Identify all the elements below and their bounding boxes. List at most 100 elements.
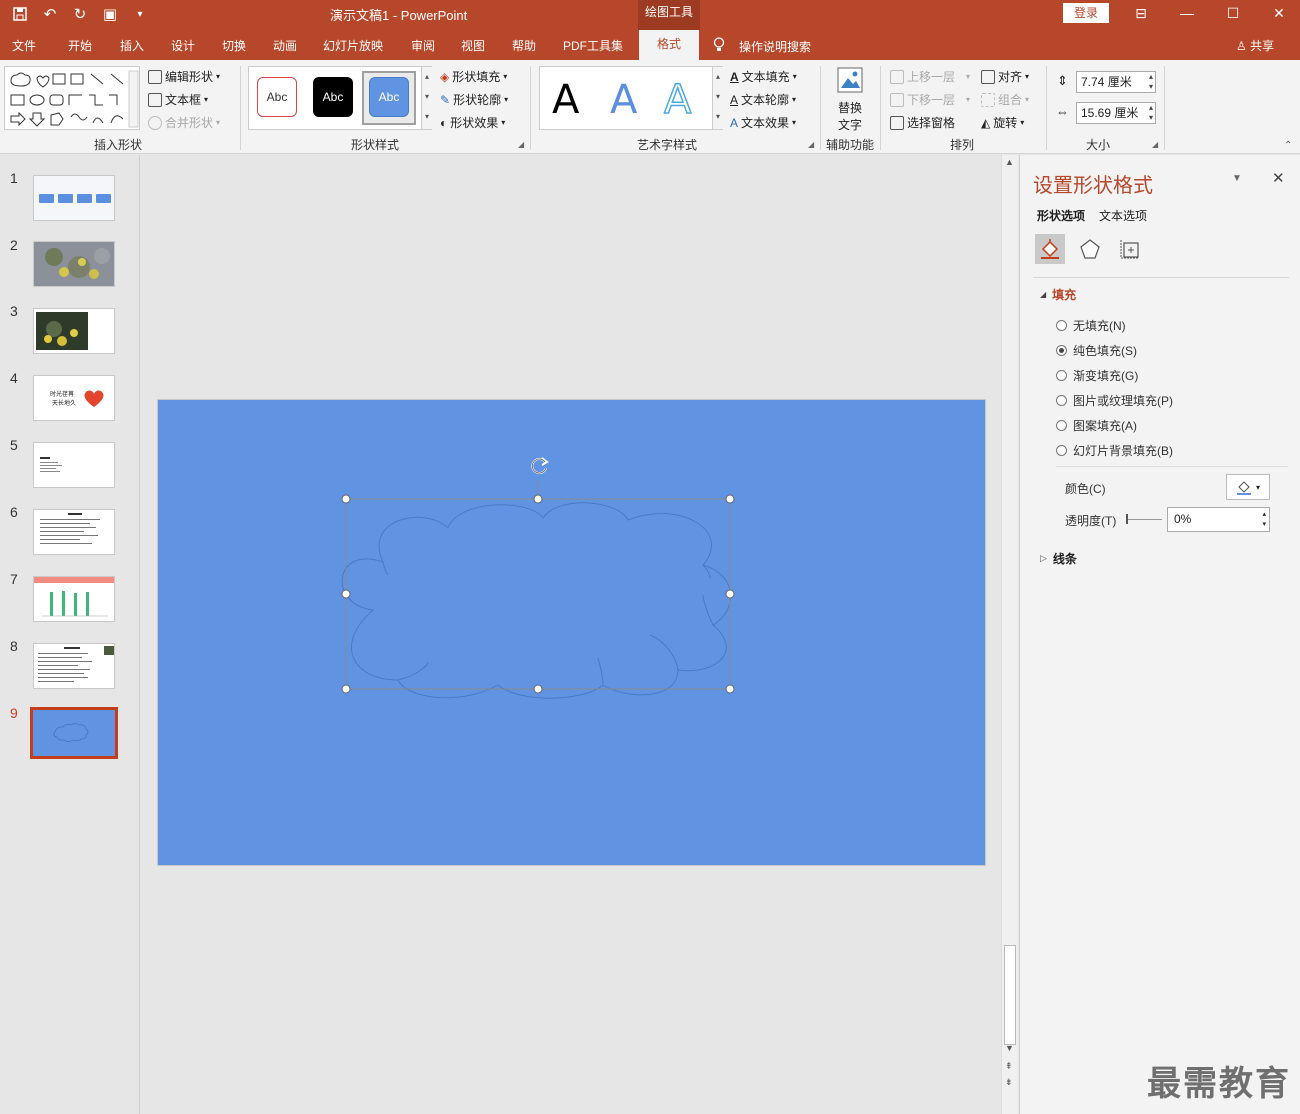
current-slide[interactable] bbox=[157, 399, 986, 866]
tab-format[interactable]: 格式 bbox=[639, 30, 699, 60]
scroll-up-arrow-icon[interactable]: ▲ bbox=[1005, 157, 1014, 167]
tab-view[interactable]: 视图 bbox=[461, 37, 485, 54]
maximize-button[interactable]: ☐ bbox=[1210, 0, 1256, 26]
effects-pentagon-icon[interactable] bbox=[1075, 234, 1105, 264]
rotate-button[interactable]: ◭ 旋转 ▾ bbox=[981, 114, 1024, 131]
slide-thumbnail-1[interactable] bbox=[33, 175, 115, 221]
tab-shape-options[interactable]: 形状选项 bbox=[1037, 207, 1085, 224]
width-spin-arrows[interactable]: ▴ ▾ bbox=[1149, 103, 1153, 123]
slide-thumbnail-7[interactable] bbox=[33, 576, 115, 622]
wordart-styles-gallery[interactable]: A A A ▴ ▾ ▾ bbox=[539, 66, 723, 130]
height-spin-arrows[interactable]: ▴ ▾ bbox=[1149, 72, 1153, 92]
text-fill-button[interactable]: A 文本填充 ▾ bbox=[730, 68, 797, 85]
tab-transitions[interactable]: 切换 bbox=[222, 37, 246, 54]
share-button[interactable]: ♙ 共享 bbox=[1236, 37, 1274, 54]
previous-slide-icon[interactable]: ⇞ bbox=[1005, 1061, 1013, 1072]
shape-height-input[interactable]: 7.74 厘米 ▴ ▾ bbox=[1076, 71, 1156, 93]
radio-button[interactable] bbox=[1056, 420, 1067, 431]
selection-pane-button[interactable]: 选择窗格 bbox=[890, 114, 955, 131]
transparency-slider-thumb[interactable] bbox=[1126, 514, 1128, 524]
login-button[interactable]: 登录 bbox=[1063, 3, 1109, 23]
fill-option-gradient[interactable]: 渐变填充(G) bbox=[1056, 367, 1138, 384]
text-effects-button[interactable]: A 文本效果 ▾ bbox=[730, 114, 796, 131]
shape-outline-button[interactable]: ✎ 形状轮廓 ▾ bbox=[440, 91, 508, 108]
shape-width-input[interactable]: 15.69 厘米 ▴ ▾ bbox=[1076, 102, 1156, 124]
style-swatch-black[interactable]: Abc bbox=[313, 77, 353, 117]
merge-shapes-button[interactable]: 合并形状 ▾ bbox=[148, 114, 220, 131]
edit-shape-button[interactable]: 编辑形状 ▾ bbox=[148, 68, 220, 85]
dialog-launcher-icon[interactable]: ◢ bbox=[808, 140, 814, 149]
slide-thumbnail-5[interactable] bbox=[33, 442, 115, 488]
minimize-button[interactable]: — bbox=[1164, 0, 1210, 26]
slide-thumbnail-9[interactable] bbox=[30, 707, 118, 759]
send-backward-button[interactable]: 下移一层 ▾ bbox=[890, 91, 970, 108]
radio-button-selected[interactable] bbox=[1056, 345, 1067, 356]
canvas-vertical-scrollbar[interactable]: ▲ ▼ ⇞ ⇟ bbox=[1001, 155, 1018, 1114]
bring-forward-button[interactable]: 上移一层 ▾ bbox=[890, 68, 970, 85]
undo-icon[interactable]: ↶ bbox=[38, 3, 62, 25]
wordart-blue[interactable]: A bbox=[610, 77, 637, 123]
fill-option-picture[interactable]: 图片或纹理填充(P) bbox=[1056, 392, 1173, 409]
tab-insert[interactable]: 插入 bbox=[120, 37, 144, 54]
tab-pdf-tools[interactable]: PDF工具集 bbox=[563, 37, 623, 54]
color-picker-button[interactable]: ▾ bbox=[1226, 474, 1270, 500]
fill-option-none[interactable]: 无填充(N) bbox=[1056, 317, 1126, 334]
tab-slideshow[interactable]: 幻灯片放映 bbox=[323, 37, 383, 54]
tab-animations[interactable]: 动画 bbox=[273, 37, 297, 54]
gallery-scroll[interactable]: ▴ ▾ ▾ bbox=[421, 67, 432, 129]
fill-line-icon[interactable] bbox=[1035, 234, 1065, 264]
radio-button[interactable] bbox=[1056, 445, 1067, 456]
style-swatch-outline-red[interactable]: Abc bbox=[257, 77, 297, 117]
tell-me-search[interactable]: 操作说明搜索 bbox=[713, 37, 811, 55]
close-button[interactable]: ✕ bbox=[1256, 0, 1300, 26]
shape-styles-gallery[interactable]: Abc Abc Abc ▴ ▾ ▾ bbox=[248, 66, 432, 130]
next-slide-icon[interactable]: ⇟ bbox=[1005, 1077, 1013, 1088]
fill-option-pattern[interactable]: 图案填充(A) bbox=[1056, 417, 1137, 434]
text-outline-button[interactable]: A 文本轮廓 ▾ bbox=[730, 91, 796, 108]
customize-qat-icon[interactable]: ▾ bbox=[128, 3, 152, 25]
radio-button[interactable] bbox=[1056, 395, 1067, 406]
pane-options-chevron-icon[interactable]: ▼ bbox=[1232, 173, 1242, 184]
scrollbar-thumb[interactable] bbox=[1004, 945, 1016, 1045]
fill-option-solid[interactable]: 纯色填充(S) bbox=[1056, 342, 1137, 359]
transparency-slider-track[interactable] bbox=[1126, 519, 1162, 520]
dialog-launcher-icon[interactable]: ◢ bbox=[1152, 140, 1158, 149]
shapes-gallery[interactable] bbox=[4, 66, 140, 130]
tab-text-options[interactable]: 文本选项 bbox=[1099, 207, 1147, 224]
tab-review[interactable]: 审阅 bbox=[411, 37, 435, 54]
dialog-launcher-icon[interactable]: ◢ bbox=[518, 140, 524, 149]
slide-thumbnail-3[interactable] bbox=[33, 308, 115, 354]
line-section-header[interactable]: ▷ 线条 bbox=[1040, 550, 1077, 567]
scroll-down-arrow-icon[interactable]: ▼ bbox=[1005, 1043, 1014, 1053]
save-icon[interactable] bbox=[8, 3, 32, 25]
redo-icon[interactable]: ↻ bbox=[68, 3, 92, 25]
text-box-button[interactable]: 文本框 ▾ bbox=[148, 91, 208, 108]
slide-thumbnail-2[interactable] bbox=[33, 241, 115, 287]
tab-help[interactable]: 帮助 bbox=[512, 37, 536, 54]
ribbon-display-options-icon[interactable]: ⊟ bbox=[1118, 0, 1164, 26]
tab-file[interactable]: 文件 bbox=[12, 37, 36, 54]
radio-button[interactable] bbox=[1056, 370, 1067, 381]
slide-thumbnail-6[interactable] bbox=[33, 509, 115, 555]
size-properties-icon[interactable] bbox=[1115, 234, 1145, 264]
tab-home[interactable]: 开始 bbox=[68, 37, 92, 54]
wordart-outline-blue[interactable]: A bbox=[663, 76, 692, 124]
transparency-input[interactable]: 0% ▴ ▾ bbox=[1167, 507, 1270, 532]
shape-effects-button[interactable]: ◐ 形状效果 ▾ bbox=[440, 114, 505, 131]
fill-section-header[interactable]: ◢ 填充 bbox=[1040, 286, 1076, 303]
group-button[interactable]: 组合 ▾ bbox=[981, 91, 1029, 108]
transparency-spin-arrows[interactable]: ▴ ▾ bbox=[1262, 510, 1266, 530]
wordart-black[interactable]: A bbox=[552, 77, 579, 123]
alt-text-button[interactable]: 替换 文字 bbox=[832, 66, 868, 132]
shape-fill-button[interactable]: ◈ 形状填充 ▾ bbox=[440, 68, 507, 85]
slide-thumbnail-4[interactable]: 时光荏苒 天长地久 bbox=[33, 375, 115, 421]
tab-design[interactable]: 设计 bbox=[171, 37, 195, 54]
align-button[interactable]: 对齐 ▾ bbox=[981, 68, 1029, 85]
gallery-scroll[interactable]: ▴ ▾ ▾ bbox=[712, 67, 723, 129]
style-swatch-blue[interactable]: Abc bbox=[369, 77, 409, 117]
slide-thumbnail-8[interactable] bbox=[33, 643, 115, 689]
slideshow-start-icon[interactable]: ▣ bbox=[98, 3, 122, 25]
pane-close-icon[interactable]: ✕ bbox=[1272, 169, 1285, 187]
collapse-ribbon-icon[interactable]: ⌃ bbox=[1284, 140, 1292, 151]
radio-button[interactable] bbox=[1056, 320, 1067, 331]
